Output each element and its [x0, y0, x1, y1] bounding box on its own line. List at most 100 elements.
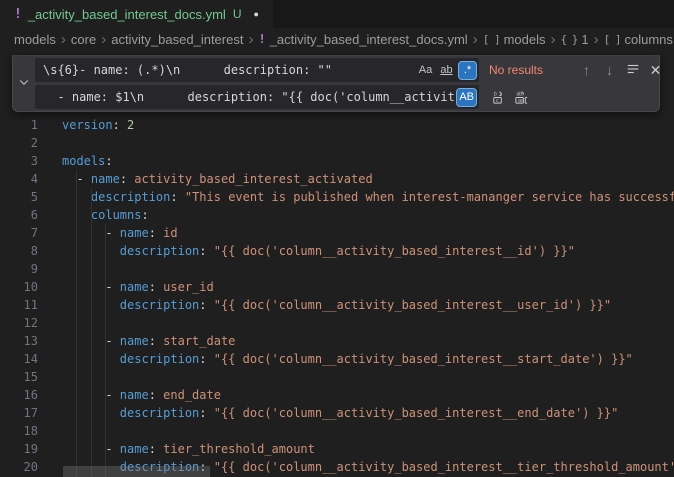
- code-content[interactable]: version: 2 models: - name: activity_based…: [62, 50, 674, 477]
- code-token: "{{ doc('column__activity_based_interest…: [214, 460, 674, 474]
- code-line[interactable]: - name: tier_threshold_amount: [62, 440, 674, 458]
- find-replace-widget: \s{6}- name: (.*)\n description: "" Aa a…: [12, 55, 660, 112]
- breadcrumb-item-label: models: [14, 32, 56, 47]
- code-token: id: [163, 226, 177, 240]
- code-token: columns: [91, 208, 142, 222]
- yaml-file-icon: !: [14, 7, 22, 22]
- breadcrumb-item[interactable]: core: [71, 32, 96, 47]
- line-number: 12: [0, 314, 62, 332]
- code-token: description: [91, 190, 170, 204]
- line-number: 10: [0, 278, 62, 296]
- code-line[interactable]: [62, 134, 674, 152]
- code-line[interactable]: description: "{{ doc('column__activity_b…: [62, 242, 674, 260]
- breadcrumb-item[interactable]: ! _activity_based_interest_docs.yml: [258, 32, 467, 47]
- tab-active-file[interactable]: ! _activity_based_interest_docs.yml U ●: [0, 0, 273, 28]
- code-line[interactable]: description: "{{ doc('column__activity_b…: [62, 404, 674, 422]
- line-number: 2: [0, 134, 62, 152]
- line-number: 8: [0, 242, 62, 260]
- breadcrumb-separator-icon: ›: [248, 32, 253, 47]
- code-token: :: [199, 352, 213, 366]
- svg-text:ab: ab: [516, 91, 522, 97]
- unsaved-changes-dot-icon[interactable]: ●: [254, 9, 259, 19]
- breadcrumb-item[interactable]: [ ] models: [483, 32, 546, 47]
- yaml-file-icon: !: [258, 32, 265, 46]
- code-line[interactable]: - name: start_date: [62, 332, 674, 350]
- line-number: 11: [0, 296, 62, 314]
- line-number: 15: [0, 368, 62, 386]
- breadcrumb-item-label: models: [504, 32, 546, 47]
- code-token: "{{ doc('column__activity_based_interest…: [214, 352, 633, 366]
- code-token: "{{ doc('column__activity_based_interest…: [214, 406, 619, 420]
- breadcrumb-item[interactable]: { }1: [561, 32, 589, 47]
- line-number: 7: [0, 224, 62, 242]
- code-token: name: [120, 442, 149, 456]
- line-number: 9: [0, 260, 62, 278]
- breadcrumb-item-label: _activity_based_interest_docs.yml: [270, 32, 468, 47]
- previous-match-button[interactable]: ↑: [575, 59, 598, 82]
- code-token: user_id: [163, 280, 214, 294]
- find-query-text: \s{6}- name: (.*)\n description: "": [43, 63, 414, 77]
- code-line[interactable]: - name: id: [62, 224, 674, 242]
- next-match-button[interactable]: ↓: [598, 59, 621, 82]
- code-token: 2: [127, 118, 134, 132]
- breadcrumb-item[interactable]: [ ]columns: [604, 32, 673, 47]
- code-line[interactable]: columns:: [62, 206, 674, 224]
- line-number: 16: [0, 386, 62, 404]
- selection-lines-icon: [626, 62, 640, 79]
- breadcrumb-item[interactable]: activity_based_interest: [111, 32, 243, 47]
- match-case-button[interactable]: Aa: [416, 61, 435, 80]
- code-line[interactable]: description: "{{ doc('column__activity_b…: [62, 350, 674, 368]
- line-number: 4: [0, 170, 62, 188]
- indent-guide: [76, 170, 77, 477]
- code-line[interactable]: [62, 368, 674, 386]
- breadcrumb-item[interactable]: models: [14, 32, 56, 47]
- code-token: :: [149, 442, 163, 456]
- breadcrumb-item-label: columns: [624, 32, 672, 47]
- breadcrumb-separator-icon: ›: [551, 32, 556, 47]
- code-line[interactable]: [62, 260, 674, 278]
- horizontal-scrollbar-thumb[interactable]: [63, 466, 210, 477]
- code-token: :: [120, 172, 134, 186]
- git-status-badge: U: [233, 7, 242, 21]
- editor-pane: 1234567891011121314151617181920 version:…: [0, 50, 674, 477]
- code-token: "This event is published when interest-m…: [185, 190, 674, 204]
- breadcrumb-separator-icon: ›: [594, 32, 599, 47]
- line-number: 1: [0, 116, 62, 134]
- svg-text:ac: ac: [518, 98, 524, 104]
- code-token: name: [120, 388, 149, 402]
- code-token: :: [199, 298, 213, 312]
- line-number: 14: [0, 350, 62, 368]
- line-number: 13: [0, 332, 62, 350]
- replace-value-text: - name: $1\n description: "{{ doc('colum…: [43, 90, 454, 104]
- line-number: 18: [0, 422, 62, 440]
- find-in-selection-button[interactable]: [621, 59, 644, 82]
- code-token: name: [120, 226, 149, 240]
- find-input[interactable]: \s{6}- name: (.*)\n description: "" Aa a…: [35, 58, 479, 82]
- code-token: :: [149, 334, 163, 348]
- code-line[interactable]: [62, 422, 674, 440]
- code-line[interactable]: models:: [62, 152, 674, 170]
- toggle-replace-button[interactable]: [13, 56, 35, 111]
- code-token: activity_based_interest_activated: [134, 172, 372, 186]
- code-line[interactable]: - name: user_id: [62, 278, 674, 296]
- code-line[interactable]: description: "{{ doc('column__activity_b…: [62, 296, 674, 314]
- code-line[interactable]: - name: end_date: [62, 386, 674, 404]
- whole-word-button[interactable]: ab: [437, 61, 456, 80]
- replace-input[interactable]: - name: $1\n description: "{{ doc('colum…: [35, 85, 479, 109]
- replace-button[interactable]: cb: [487, 86, 510, 109]
- code-line[interactable]: [62, 314, 674, 332]
- code-line[interactable]: description: "This event is published wh…: [62, 188, 674, 206]
- replace-all-button[interactable]: acab: [510, 86, 533, 109]
- breadcrumb-item-label: activity_based_interest: [111, 32, 243, 47]
- preserve-case-button[interactable]: AB: [456, 88, 477, 107]
- code-token: name: [120, 334, 149, 348]
- code-line[interactable]: version: 2: [62, 116, 674, 134]
- array-symbol-icon: [ ]: [483, 33, 500, 46]
- code-token: description: [120, 298, 199, 312]
- code-token: :: [149, 280, 163, 294]
- breadcrumb-item-label: 1: [581, 32, 588, 47]
- regex-button[interactable]: .*: [458, 61, 477, 80]
- code-token: end_date: [163, 388, 221, 402]
- close-button[interactable]: ✕: [644, 59, 667, 82]
- code-line[interactable]: - name: activity_based_interest_activate…: [62, 170, 674, 188]
